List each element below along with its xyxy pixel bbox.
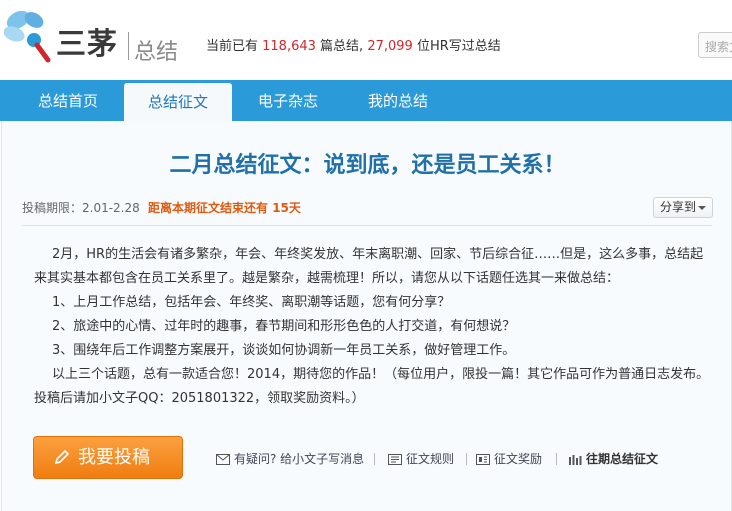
- stats-prefix: 当前已有: [206, 39, 263, 54]
- tab-summary-contest[interactable]: 总结征文: [124, 83, 232, 121]
- dragonfly-logo-icon: [4, 10, 51, 63]
- link-separator: [466, 453, 467, 465]
- stats-suffix: 位HR写过总结: [412, 39, 501, 54]
- stats-middle: 篇总结,: [315, 39, 368, 54]
- reward-icon: [476, 454, 490, 465]
- link-separator: [556, 453, 557, 465]
- envelope-icon: [216, 454, 230, 465]
- contest-description: 2月，HR的生活会有诸多繁杂，年会、年终奖发放、年末离职潮、回家、节后综合征………: [34, 243, 712, 411]
- share-label: 分享到: [660, 200, 697, 214]
- logo-divider: [128, 32, 129, 60]
- rules-icon: [388, 454, 402, 465]
- chevron-down-icon: [698, 206, 706, 210]
- reward-link-label: 征文奖励: [494, 452, 543, 466]
- hr-count: 27,099: [367, 39, 413, 54]
- site-stats: 当前已有 118,643 篇总结, 27,099 位HR写过总结: [206, 38, 501, 56]
- message-link-label: 有疑问? 给小文子写消息: [234, 452, 365, 466]
- search-input[interactable]: 搜索文: [698, 32, 732, 58]
- tab-summary-home[interactable]: 总结首页: [18, 80, 118, 121]
- topic-item: 3、围绕年后工作调整方案展开，谈谈如何协调新一年员工关系，做好管理工作。: [52, 343, 516, 358]
- pencil-icon: [54, 449, 70, 465]
- page-title: 二月总结征文：说到底，还是员工关系！: [169, 153, 566, 178]
- rules-link-label: 征文规则: [406, 452, 455, 466]
- countdown-prefix: 距离本期征文结束还有: [148, 201, 273, 215]
- contest-panel: 二月总结征文：说到底，还是员工关系！ 投稿期限：2.01-2.28 距离本期征文…: [1, 121, 732, 511]
- site-header: 三茅 总结 当前已有 118,643 篇总结, 27,099 位HR写过总结 搜…: [0, 0, 732, 80]
- submission-deadline: 投稿期限：2.01-2.28: [22, 201, 140, 215]
- link-separator: [374, 453, 375, 465]
- countdown-text: 距离本期征文结束还有 15天: [148, 200, 301, 216]
- main-nav: 总结首页 总结征文 电子杂志 我的总结: [0, 80, 732, 121]
- tab-e-magazine[interactable]: 电子杂志: [238, 80, 338, 121]
- submit-label: 我要投稿: [78, 447, 150, 468]
- submit-entry-button[interactable]: 我要投稿: [33, 436, 183, 479]
- share-dropdown[interactable]: 分享到: [653, 197, 713, 218]
- archive-icon: [569, 455, 582, 465]
- logo-subtitle: 总结: [134, 40, 179, 65]
- tab-my-summary[interactable]: 我的总结: [348, 80, 448, 121]
- logo-text: 三茅: [56, 27, 118, 62]
- site-logo[interactable]: 三茅 总结: [4, 10, 194, 68]
- divider: [22, 225, 712, 226]
- archive-link-label: 往期总结征文: [586, 452, 659, 466]
- intro-paragraph: 2月，HR的生活会有诸多繁杂，年会、年终奖发放、年末离职潮、回家、节后综合征………: [34, 247, 704, 286]
- topic-item: 2、旅途中的心情、过年时的趣事，春节期间和形形色色的人打交道，有何想说？: [52, 319, 516, 334]
- countdown-days: 15天: [272, 201, 301, 215]
- topic-item: 1、上月工作总结，包括年会、年终奖、离职潮等话题，您有何分享？: [52, 295, 451, 310]
- closing-paragraph: 以上三个话题，总有一款适合您！2014，期待您的作品！（每位用户，限投一篇！其它…: [34, 367, 710, 406]
- summary-count: 118,643: [262, 39, 316, 54]
